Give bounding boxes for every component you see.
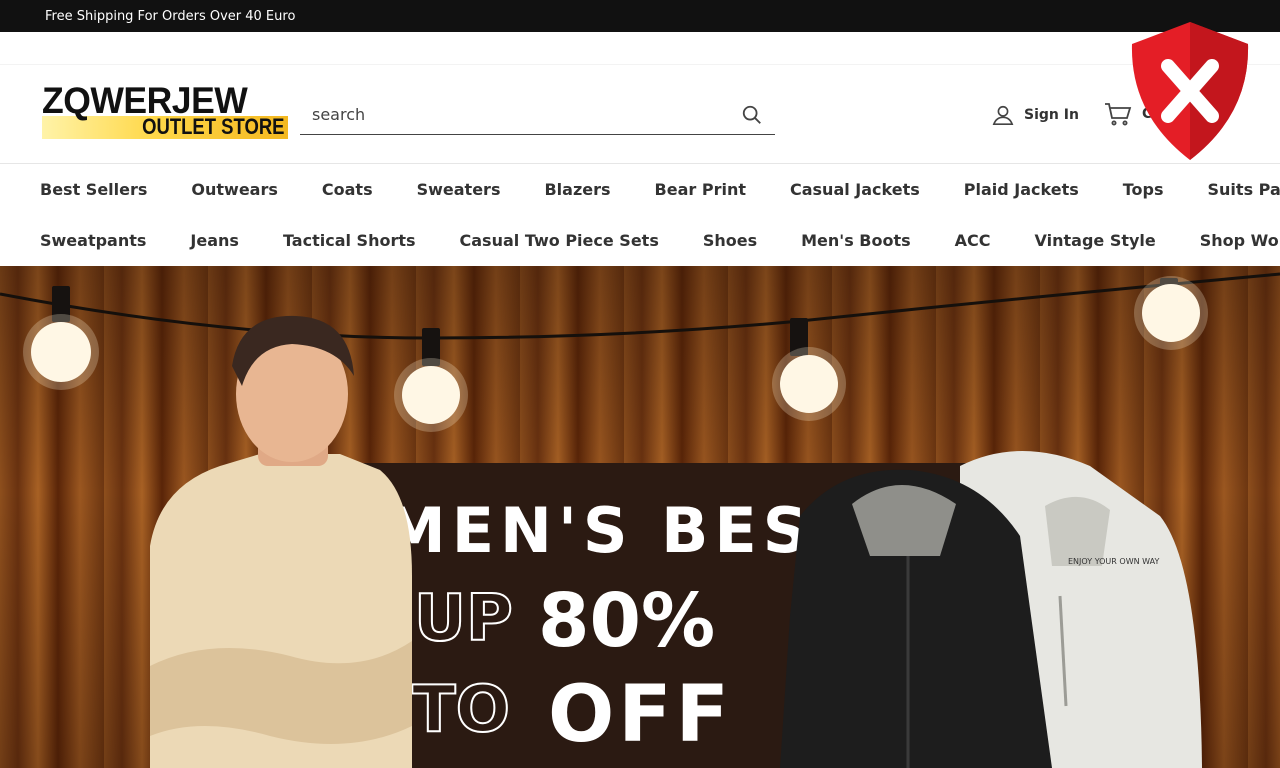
nav-item-shoes[interactable]: Shoes [703,231,757,250]
promo-discount-percent: 80% [538,578,716,664]
jacket-print-text: ENJOY YOUR OWN WAY [1068,557,1159,566]
sign-in-label: Sign In [1024,107,1079,123]
sign-in-link[interactable]: Sign In [992,103,1079,127]
search-input[interactable] [300,95,720,133]
user-icon [992,105,1014,125]
promo-to-text: TO [411,672,511,748]
nav-item-coats[interactable]: Coats [322,180,373,199]
nav-item-sweaters[interactable]: Sweaters [417,180,501,199]
light-bulb-3 [772,318,846,421]
nav-item-casual-jackets[interactable]: Casual Jackets [790,180,920,199]
search-bar [300,95,775,135]
promo-up-text: UP [413,581,514,657]
nav-item-best-sellers[interactable]: Best Sellers [40,180,147,199]
search-icon[interactable] [741,104,763,126]
main-navigation: Best Sellers Outwears Coats Sweaters Bla… [0,164,1280,266]
nav-row-2: Sweatpants Jeans Tactical Shorts Casual … [40,215,1280,266]
nav-item-mens-boots[interactable]: Men's Boots [801,231,911,250]
free-shipping-text: Free Shipping For Orders Over 40 Euro [45,8,296,24]
nav-item-outwears[interactable]: Outwears [191,180,277,199]
nav-item-tactical-shorts[interactable]: Tactical Shorts [283,231,416,250]
announcement-bar: Free Shipping For Orders Over 40 Euro [0,0,1280,32]
jackets-image: ENJOY YOUR OWN WAY [780,451,1202,768]
nav-item-plaid-jackets[interactable]: Plaid Jackets [964,180,1079,199]
nav-item-tops[interactable]: Tops [1123,180,1164,199]
hero-banner[interactable]: MEN'S BEST UP 80% TO OFF ENJOY YOUR OWN … [0,266,1280,768]
site-header: ZQWERJEW OUTLET STORE Sign In Cart [0,64,1280,164]
nav-item-shop-womens[interactable]: Shop Women's [1200,231,1280,250]
nav-item-bear-print[interactable]: Bear Print [655,180,746,199]
shield-x-icon[interactable] [1126,20,1254,162]
nav-item-sweatpants[interactable]: Sweatpants [40,231,146,250]
promo-off-text: OFF [548,670,733,760]
nav-row-1: Best Sellers Outwears Coats Sweaters Bla… [40,164,1280,215]
nav-item-vintage-style[interactable]: Vintage Style [1035,231,1156,250]
light-bulb-4 [1134,276,1208,350]
nav-item-blazers[interactable]: Blazers [544,180,610,199]
nav-item-casual-two-piece-sets[interactable]: Casual Two Piece Sets [460,231,659,250]
nav-item-suits-pants[interactable]: Suits Pants [1208,180,1280,199]
store-logo[interactable]: ZQWERJEW OUTLET STORE [42,82,288,139]
nav-item-jeans[interactable]: Jeans [190,231,239,250]
model-image [150,315,412,768]
nav-item-acc[interactable]: ACC [955,231,991,250]
logo-subtitle-text: OUTLET STORE [141,114,284,139]
